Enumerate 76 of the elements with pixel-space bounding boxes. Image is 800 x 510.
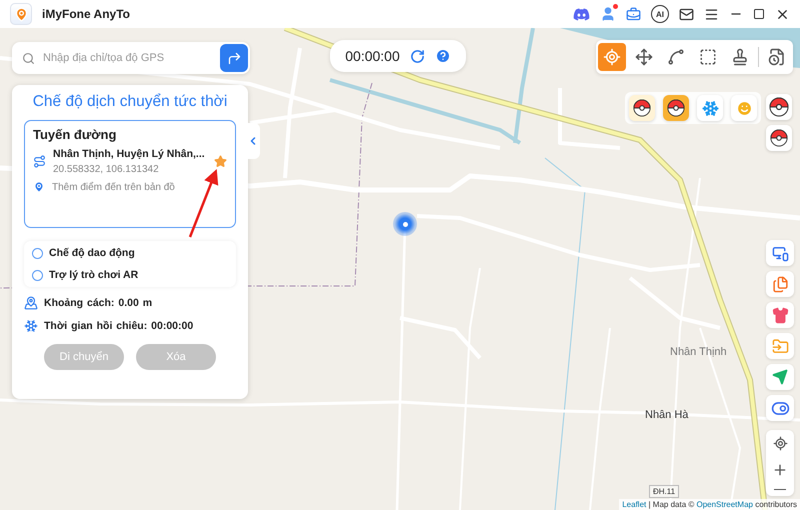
pokeball-tool-button[interactable] [766, 94, 792, 120]
locked-pokeball-button[interactable] [766, 125, 792, 151]
snowflake-icon [702, 100, 718, 116]
pokeball-tool-button[interactable] [629, 95, 655, 121]
pokeball-icon [633, 99, 651, 117]
briefcase-icon[interactable] [626, 6, 641, 22]
ai-button[interactable]: AI [651, 5, 669, 23]
notification-dot [613, 4, 618, 9]
send-icon [772, 369, 788, 385]
window-title: iMyFone AnyTo [42, 7, 130, 21]
pokeball-tool-button[interactable] [663, 95, 689, 121]
locate-button[interactable] [772, 436, 788, 451]
add-destination-hint: Thêm điểm đến trên bản đồ [52, 182, 175, 192]
files-icon [772, 276, 788, 292]
shirt-icon [772, 306, 788, 324]
favorite-star-icon[interactable] [214, 155, 227, 168]
toggle-button[interactable] [766, 395, 794, 421]
road-label: ĐH.11 [649, 485, 680, 498]
stat-text: Thời gian hồi chiêu: 00:00:00 [44, 320, 194, 332]
option-label: Chế độ dao động [49, 247, 135, 259]
locate-icon [772, 436, 788, 451]
freeze-button[interactable] [697, 95, 723, 121]
option-label: Trợ lý trò chơi AR [49, 269, 138, 281]
timer-text: 00:00:00 [345, 48, 400, 64]
radio-circle[interactable] [32, 248, 43, 258]
panel-title: Chế độ dịch chuyển tức thời [32, 93, 228, 111]
maximize-icon[interactable] [753, 8, 765, 20]
area-icon [699, 48, 717, 66]
devices-icon [772, 244, 788, 262]
minus-icon [774, 488, 786, 490]
pin-icon [33, 181, 45, 193]
chat-icon[interactable] [573, 6, 590, 22]
option-radio[interactable]: Trợ lý trò chơi AR [32, 269, 228, 281]
menu-icon[interactable] [704, 6, 719, 22]
history-icon [768, 48, 786, 66]
annotation-arrow [188, 169, 218, 238]
search-input[interactable]: Nhập địa chỉ/tọa độ GPS [41, 51, 214, 65]
stamp-icon [731, 48, 749, 66]
place-label: Nhân Hà [645, 409, 688, 421]
shirt-button[interactable] [766, 302, 794, 328]
help-button[interactable] [434, 48, 451, 64]
place-label: Nhân Thịnh [670, 346, 727, 358]
distance-icon [24, 296, 38, 310]
pokeball-icon [770, 129, 788, 147]
location-marker [393, 212, 417, 236]
smile-icon [736, 100, 752, 116]
forward-arrow-icon [226, 50, 242, 66]
stat-text: Khoảng cách: 0.00 m [44, 297, 152, 309]
go-button[interactable] [220, 44, 248, 72]
search-field[interactable]: Nhập địa chỉ/tọa độ GPS [12, 42, 250, 74]
pokeball-icon [667, 99, 685, 117]
radio-circle[interactable] [32, 270, 43, 280]
pokeball-icon [769, 97, 789, 117]
teleport-icon [603, 48, 621, 66]
search-icon [22, 52, 35, 64]
app-logo [10, 3, 32, 25]
route-heading: Tuyến đường [33, 127, 118, 142]
multi-device-button[interactable] [766, 240, 794, 266]
map-attribution: Leaflet | Map data © OpenStreetMap contributors [619, 499, 800, 510]
option-radio[interactable]: Chế độ dao động [32, 247, 228, 259]
cooldown-icon [24, 319, 38, 333]
copy-button[interactable] [766, 271, 794, 297]
user-icon[interactable] [600, 6, 616, 22]
start-location-name: Nhân Thịnh, Huyện Lý Nhân,... [53, 148, 206, 160]
attribution-link[interactable]: OpenStreetMap [696, 500, 753, 509]
refresh-button[interactable] [410, 48, 425, 64]
attribution-link[interactable]: Leaflet [622, 500, 646, 509]
route-icon [33, 155, 46, 168]
send-button[interactable] [766, 364, 794, 390]
move-icon [635, 48, 653, 66]
mail-icon[interactable] [679, 6, 694, 22]
folder-icon [772, 338, 788, 354]
route-icon [667, 48, 685, 66]
zoom-in-button[interactable] [772, 462, 788, 478]
plus-icon [772, 462, 788, 478]
start-coordinates: 20.558332, 106.131342 [53, 164, 160, 175]
